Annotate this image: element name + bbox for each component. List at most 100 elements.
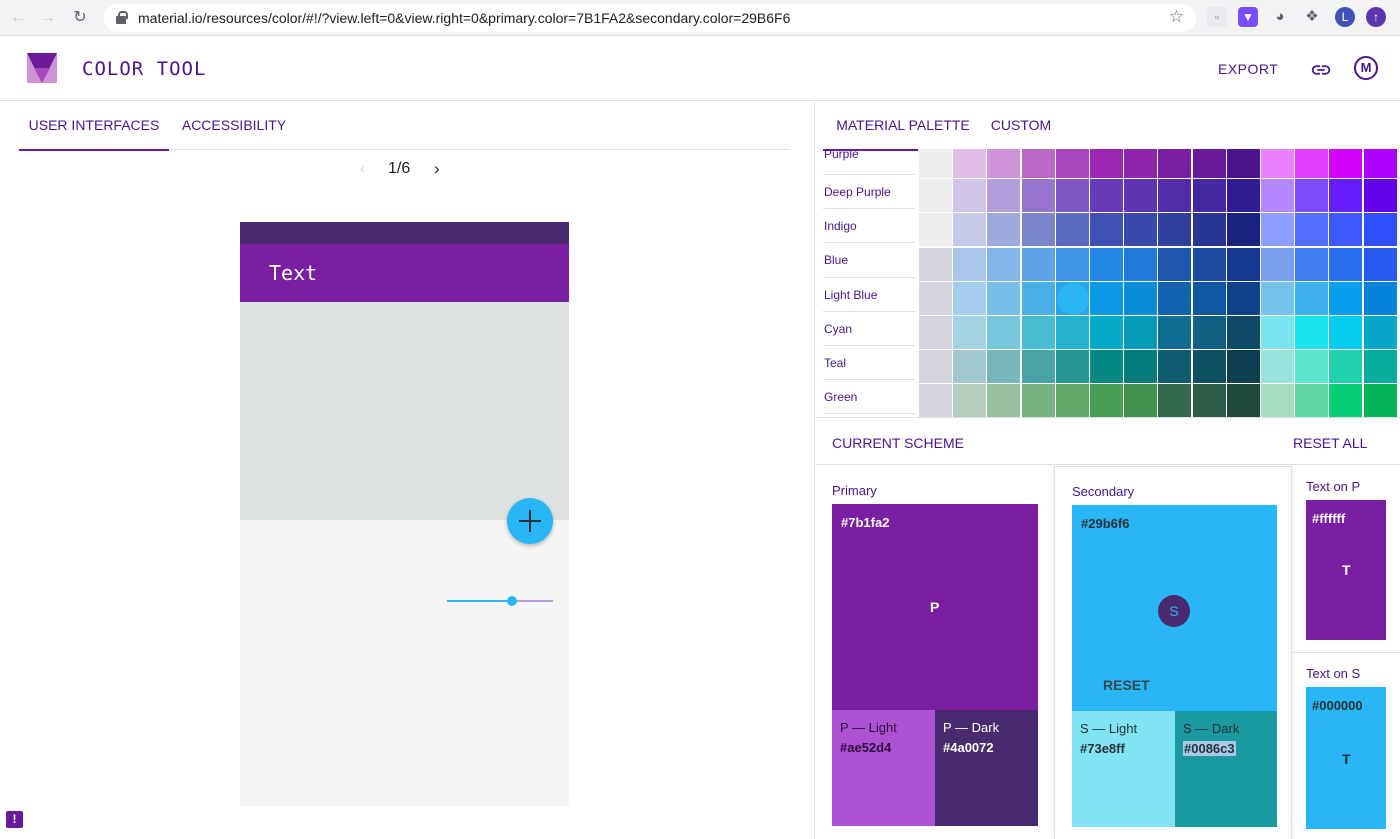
reload-icon[interactable]: ↻ [68,6,92,30]
secondary-swatch[interactable]: #29b6f6 S RESET [1072,505,1277,711]
previous-icon[interactable]: ‹ [360,160,365,177]
palette-swatch[interactable] [918,383,953,417]
secondary-dark-swatch[interactable]: S — Dark #0086c3 [1175,711,1277,827]
palette-swatch[interactable] [1020,383,1056,417]
palette-swatch[interactable] [1191,383,1227,417]
palette-row-green[interactable]: Green [823,380,915,415]
palette-swatch[interactable] [1191,280,1227,316]
extension-clock-icon[interactable]: ◕ [1270,7,1290,27]
palette-swatch[interactable] [1020,280,1056,316]
fab-add-icon[interactable] [507,498,553,544]
palette-swatch[interactable] [1157,349,1193,385]
palette-swatch[interactable] [918,212,953,248]
palette-swatch[interactable] [1054,212,1090,248]
palette-swatch[interactable] [1020,349,1056,385]
feedback-icon[interactable]: ! [6,811,23,828]
link-icon[interactable] [1310,59,1332,81]
palette-swatch[interactable] [918,246,953,282]
palette-row-blue[interactable]: Blue [823,243,915,278]
palette-swatch[interactable] [1157,280,1193,316]
palette-swatch[interactable] [1020,212,1056,248]
palette-swatch[interactable] [1123,349,1159,385]
palette-swatch[interactable] [918,178,953,214]
palette-swatch[interactable] [1089,280,1124,316]
palette-swatch[interactable] [1328,212,1364,248]
palette-row-deep-purple[interactable]: Deep Purple [823,175,915,210]
palette-swatch[interactable] [1191,315,1227,350]
palette-swatch[interactable] [1294,383,1330,417]
palette-swatch[interactable] [1089,212,1124,248]
palette-swatch[interactable] [1123,149,1159,179]
palette-swatch[interactable] [1123,212,1159,248]
palette-swatch[interactable] [952,315,988,350]
palette-swatch[interactable] [1191,149,1227,179]
palette-swatch[interactable] [1328,315,1364,350]
tab-material-palette[interactable]: MATERIAL PALETTE [823,102,983,151]
palette-swatch[interactable] [1294,212,1330,248]
palette-swatch[interactable] [986,212,1022,248]
tab-accessibility[interactable]: ACCESSIBILITY [171,102,297,150]
palette-swatch[interactable] [1089,178,1124,214]
palette-swatch[interactable] [1089,383,1124,417]
secondary-light-swatch[interactable]: S — Light #73e8ff [1072,711,1175,827]
palette-swatch[interactable] [1294,315,1330,350]
palette-swatch[interactable] [1020,178,1056,214]
palette-swatch[interactable] [1123,315,1159,350]
palette-swatch[interactable] [1328,149,1364,179]
palette-swatch[interactable] [1260,178,1295,214]
palette-swatch[interactable] [952,178,988,214]
palette-swatch[interactable] [1362,349,1398,385]
palette-swatch[interactable] [1260,383,1295,417]
palette-swatch[interactable] [1260,149,1295,179]
palette-swatch[interactable] [952,246,988,282]
next-icon[interactable]: › [434,159,440,179]
palette-swatch[interactable] [1362,178,1398,214]
palette-row-cyan[interactable]: Cyan [823,312,915,346]
palette-swatch[interactable] [986,280,1022,316]
palette-swatch[interactable] [1225,212,1261,248]
extension-icon[interactable]: ▫ [1207,7,1227,27]
palette-swatch[interactable] [986,349,1022,385]
palette-swatch[interactable] [1294,246,1330,282]
palette-swatch[interactable] [952,212,988,248]
palette-swatch[interactable] [952,149,988,179]
text-on-p-swatch[interactable]: #ffffff T [1306,500,1386,640]
palette-row-purple[interactable]: Purple [823,149,915,175]
profile-avatar[interactable]: L [1335,7,1355,27]
palette-swatch[interactable] [1328,383,1364,417]
secondary-reset-button[interactable]: RESET [1103,677,1150,693]
palette-swatch[interactable] [1328,178,1364,214]
forward-icon[interactable]: → [36,6,60,30]
export-button[interactable]: EXPORT [1218,61,1278,77]
palette-swatch[interactable] [1294,280,1330,316]
palette-swatch[interactable] [1260,280,1295,316]
palette-swatch[interactable] [1260,315,1295,350]
material-logo-icon[interactable]: M [1354,56,1378,80]
palette-swatch[interactable] [1362,149,1398,179]
palette-swatch[interactable] [1054,349,1090,385]
palette-swatch[interactable] [1225,280,1261,316]
palette-swatch[interactable] [1225,349,1261,385]
palette-swatch[interactable] [1123,246,1159,282]
palette-swatch[interactable] [1020,149,1056,179]
palette-swatch[interactable] [1054,246,1090,282]
palette-swatch[interactable] [1362,280,1398,316]
palette-swatch[interactable] [1191,246,1227,282]
palette-swatch[interactable] [1054,178,1090,214]
palette-swatch[interactable] [986,178,1022,214]
primary-swatch[interactable]: #7b1fa2 P [832,504,1038,710]
palette-swatch[interactable] [1157,246,1193,282]
tab-user-interfaces[interactable]: USER INTERFACES [19,102,169,151]
palette-swatch[interactable] [1054,149,1090,179]
phone-slider[interactable] [447,596,553,606]
primary-dark-swatch[interactable]: P — Dark #4a0072 [935,710,1038,826]
palette-swatch[interactable] [1020,246,1056,282]
palette-swatch[interactable] [1054,383,1090,417]
palette-swatch[interactable] [1054,315,1090,350]
palette-swatch[interactable] [1294,349,1330,385]
palette-swatch[interactable] [1260,349,1295,385]
palette-swatch[interactable] [1191,212,1227,248]
palette-row-indigo[interactable]: Indigo [823,209,915,244]
palette-swatch[interactable] [1157,212,1193,248]
extension-badge-icon[interactable]: ▼ [1238,7,1258,27]
